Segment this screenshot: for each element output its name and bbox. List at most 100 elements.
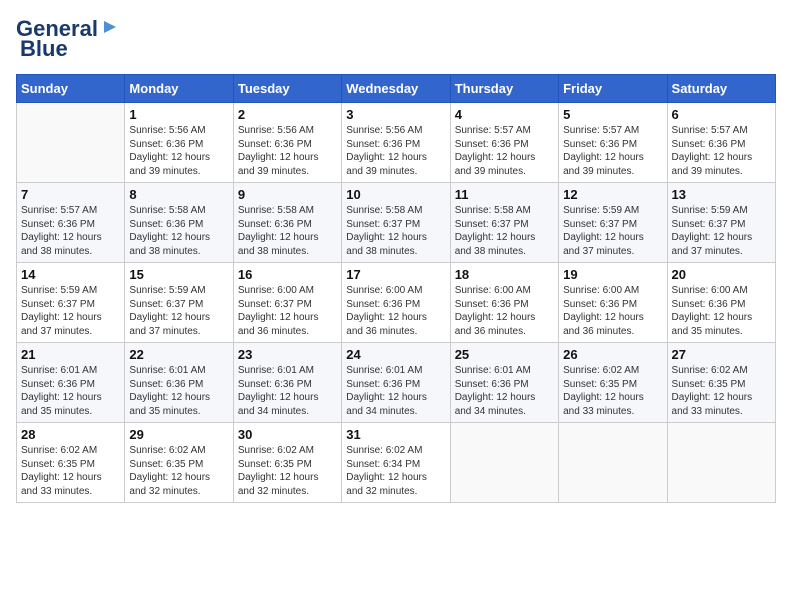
calendar-cell: 6 Sunrise: 5:57 AMSunset: 6:36 PMDaylight… [667,103,775,183]
calendar-cell: 28Sunrise: 6:02 AMSunset: 6:35 PMDayligh… [17,423,125,503]
col-header-friday: Friday [559,75,667,103]
calendar-cell: 18Sunrise: 6:00 AMSunset: 6:36 PMDayligh… [450,263,558,343]
day-number: 26 [563,347,662,362]
day-number: 20 [672,267,771,282]
cell-info: Sunrise: 6:02 AMSunset: 6:35 PMDaylight:… [672,364,771,418]
col-header-wednesday: Wednesday [342,75,450,103]
day-number: 14 [21,267,120,282]
day-number: 28 [21,427,120,442]
calendar-table: SundayMondayTuesdayWednesdayThursdayFrid… [16,74,776,503]
cell-info: Sunrise: 5:59 AMSunset: 6:37 PMDaylight:… [21,284,120,338]
day-number: 3 [346,107,445,122]
calendar-header-row: SundayMondayTuesdayWednesdayThursdayFrid… [17,75,776,103]
cell-info: Sunrise: 6:02 AMSunset: 6:35 PMDaylight:… [238,444,337,498]
calendar-cell: 10 Sunrise: 5:58 AMSunset: 6:37 PMDayligh… [342,183,450,263]
day-number: 30 [238,427,337,442]
day-number: 5 [563,107,662,122]
day-number: 6 [672,107,771,122]
day-number: 8 [129,187,228,202]
calendar-cell: 7 Sunrise: 5:57 AMSunset: 6:36 PMDaylight… [17,183,125,263]
col-header-monday: Monday [125,75,233,103]
cell-info: Sunrise: 6:02 AMSunset: 6:35 PMDaylight:… [563,364,662,418]
day-number: 7 [21,187,120,202]
cell-info: Sunrise: 5:56 AMSunset: 6:36 PMDaylight:… [238,124,337,178]
calendar-cell: 2 Sunrise: 5:56 AMSunset: 6:36 PMDaylight… [233,103,341,183]
calendar-cell: 30 Sunrise: 6:02 AMSunset: 6:35 PMDayligh… [233,423,341,503]
calendar-cell: 19 Sunrise: 6:00 AMSunset: 6:36 PMDayligh… [559,263,667,343]
day-number: 17 [346,267,445,282]
col-header-saturday: Saturday [667,75,775,103]
cell-info: Sunrise: 5:58 AMSunset: 6:37 PMDaylight:… [346,204,445,258]
cell-info: Sunrise: 5:58 AMSunset: 6:36 PMDaylight:… [238,204,337,258]
day-number: 13 [672,187,771,202]
calendar-cell: 9 Sunrise: 5:58 AMSunset: 6:36 PMDaylight… [233,183,341,263]
cell-info: Sunrise: 5:56 AMSunset: 6:36 PMDaylight:… [346,124,445,178]
day-number: 24 [346,347,445,362]
logo-text-blue: Blue [20,36,68,62]
cell-info: Sunrise: 5:58 AMSunset: 6:37 PMDaylight:… [455,204,554,258]
calendar-cell: 21 Sunrise: 6:01 AMSunset: 6:36 PMDayligh… [17,343,125,423]
calendar-cell: 11 Sunrise: 5:58 AMSunset: 6:37 PMDayligh… [450,183,558,263]
calendar-cell: 27 Sunrise: 6:02 AMSunset: 6:35 PMDayligh… [667,343,775,423]
day-number: 10 [346,187,445,202]
day-number: 31 [346,427,445,442]
calendar-cell: 26 Sunrise: 6:02 AMSunset: 6:35 PMDayligh… [559,343,667,423]
calendar-cell: 22Sunrise: 6:01 AMSunset: 6:36 PMDayligh… [125,343,233,423]
col-header-thursday: Thursday [450,75,558,103]
calendar-cell [559,423,667,503]
day-number: 21 [21,347,120,362]
day-number: 16 [238,267,337,282]
cell-info: Sunrise: 6:01 AMSunset: 6:36 PMDaylight:… [455,364,554,418]
cell-info: Sunrise: 6:01 AMSunset: 6:36 PMDaylight:… [21,364,120,418]
day-number: 18 [455,267,554,282]
calendar-week-4: 21 Sunrise: 6:01 AMSunset: 6:36 PMDayligh… [17,343,776,423]
calendar-cell: 29 Sunrise: 6:02 AMSunset: 6:35 PMDayligh… [125,423,233,503]
cell-info: Sunrise: 6:00 AMSunset: 6:36 PMDaylight:… [563,284,662,338]
cell-info: Sunrise: 5:57 AMSunset: 6:36 PMDaylight:… [563,124,662,178]
calendar-cell: 15 Sunrise: 5:59 AMSunset: 6:37 PMDayligh… [125,263,233,343]
calendar-cell: 12 Sunrise: 5:59 AMSunset: 6:37 PMDayligh… [559,183,667,263]
cell-info: Sunrise: 5:59 AMSunset: 6:37 PMDaylight:… [563,204,662,258]
page-header: General Blue [16,16,776,62]
calendar-cell [667,423,775,503]
col-header-tuesday: Tuesday [233,75,341,103]
calendar-cell: 13 Sunrise: 5:59 AMSunset: 6:37 PMDayligh… [667,183,775,263]
calendar-cell: 1Sunrise: 5:56 AMSunset: 6:36 PMDaylight… [125,103,233,183]
cell-info: Sunrise: 6:01 AMSunset: 6:36 PMDaylight:… [238,364,337,418]
cell-info: Sunrise: 6:02 AMSunset: 6:34 PMDaylight:… [346,444,445,498]
cell-info: Sunrise: 6:00 AMSunset: 6:37 PMDaylight:… [238,284,337,338]
calendar-week-5: 28 Sunrise: 6:02 AMSunset: 6:35 PMDayligh… [17,423,776,503]
cell-info: Sunrise: 6:00 AMSunset: 6:36 PMDaylight:… [346,284,445,338]
calendar-cell: 4Sunrise: 5:57 AMSunset: 6:36 PMDaylight… [450,103,558,183]
day-number: 19 [563,267,662,282]
calendar-cell: 31 Sunrise: 6:02 AMSunset: 6:34 PMDayligh… [342,423,450,503]
cell-info: Sunrise: 5:57 AMSunset: 6:36 PMDaylight:… [21,204,120,258]
day-number: 25 [455,347,554,362]
calendar-cell [17,103,125,183]
day-number: 2 [238,107,337,122]
cell-info: Sunrise: 5:59 AMSunset: 6:37 PMDaylight:… [672,204,771,258]
cell-info: Sunrise: 5:57 AMSunset: 6:36 PMDaylight:… [672,124,771,178]
calendar-cell: 8 Sunrise: 5:58 AMSunset: 6:36 PMDaylight… [125,183,233,263]
day-number: 1 [129,107,228,122]
calendar-cell: 14 Sunrise: 5:59 AMSunset: 6:37 PMDayligh… [17,263,125,343]
cell-info: Sunrise: 5:58 AMSunset: 6:36 PMDaylight:… [129,204,228,258]
cell-info: Sunrise: 5:59 AMSunset: 6:37 PMDaylight:… [129,284,228,338]
cell-info: Sunrise: 6:00 AMSunset: 6:36 PMDaylight:… [672,284,771,338]
cell-info: Sunrise: 6:01 AMSunset: 6:36 PMDaylight:… [346,364,445,418]
calendar-cell: 20 Sunrise: 6:00 AMSunset: 6:36 PMDayligh… [667,263,775,343]
day-number: 15 [129,267,228,282]
calendar-cell [450,423,558,503]
day-number: 9 [238,187,337,202]
day-number: 23 [238,347,337,362]
calendar-cell: 17 Sunrise: 6:00 AMSunset: 6:36 PMDayligh… [342,263,450,343]
day-number: 29 [129,427,228,442]
day-number: 11 [455,187,554,202]
calendar-cell: 25 Sunrise: 6:01 AMSunset: 6:36 PMDayligh… [450,343,558,423]
col-header-sunday: Sunday [17,75,125,103]
calendar-cell: 5 Sunrise: 5:57 AMSunset: 6:36 PMDaylight… [559,103,667,183]
day-number: 12 [563,187,662,202]
cell-info: Sunrise: 6:02 AMSunset: 6:35 PMDaylight:… [129,444,228,498]
day-number: 27 [672,347,771,362]
logo: General Blue [16,16,120,62]
